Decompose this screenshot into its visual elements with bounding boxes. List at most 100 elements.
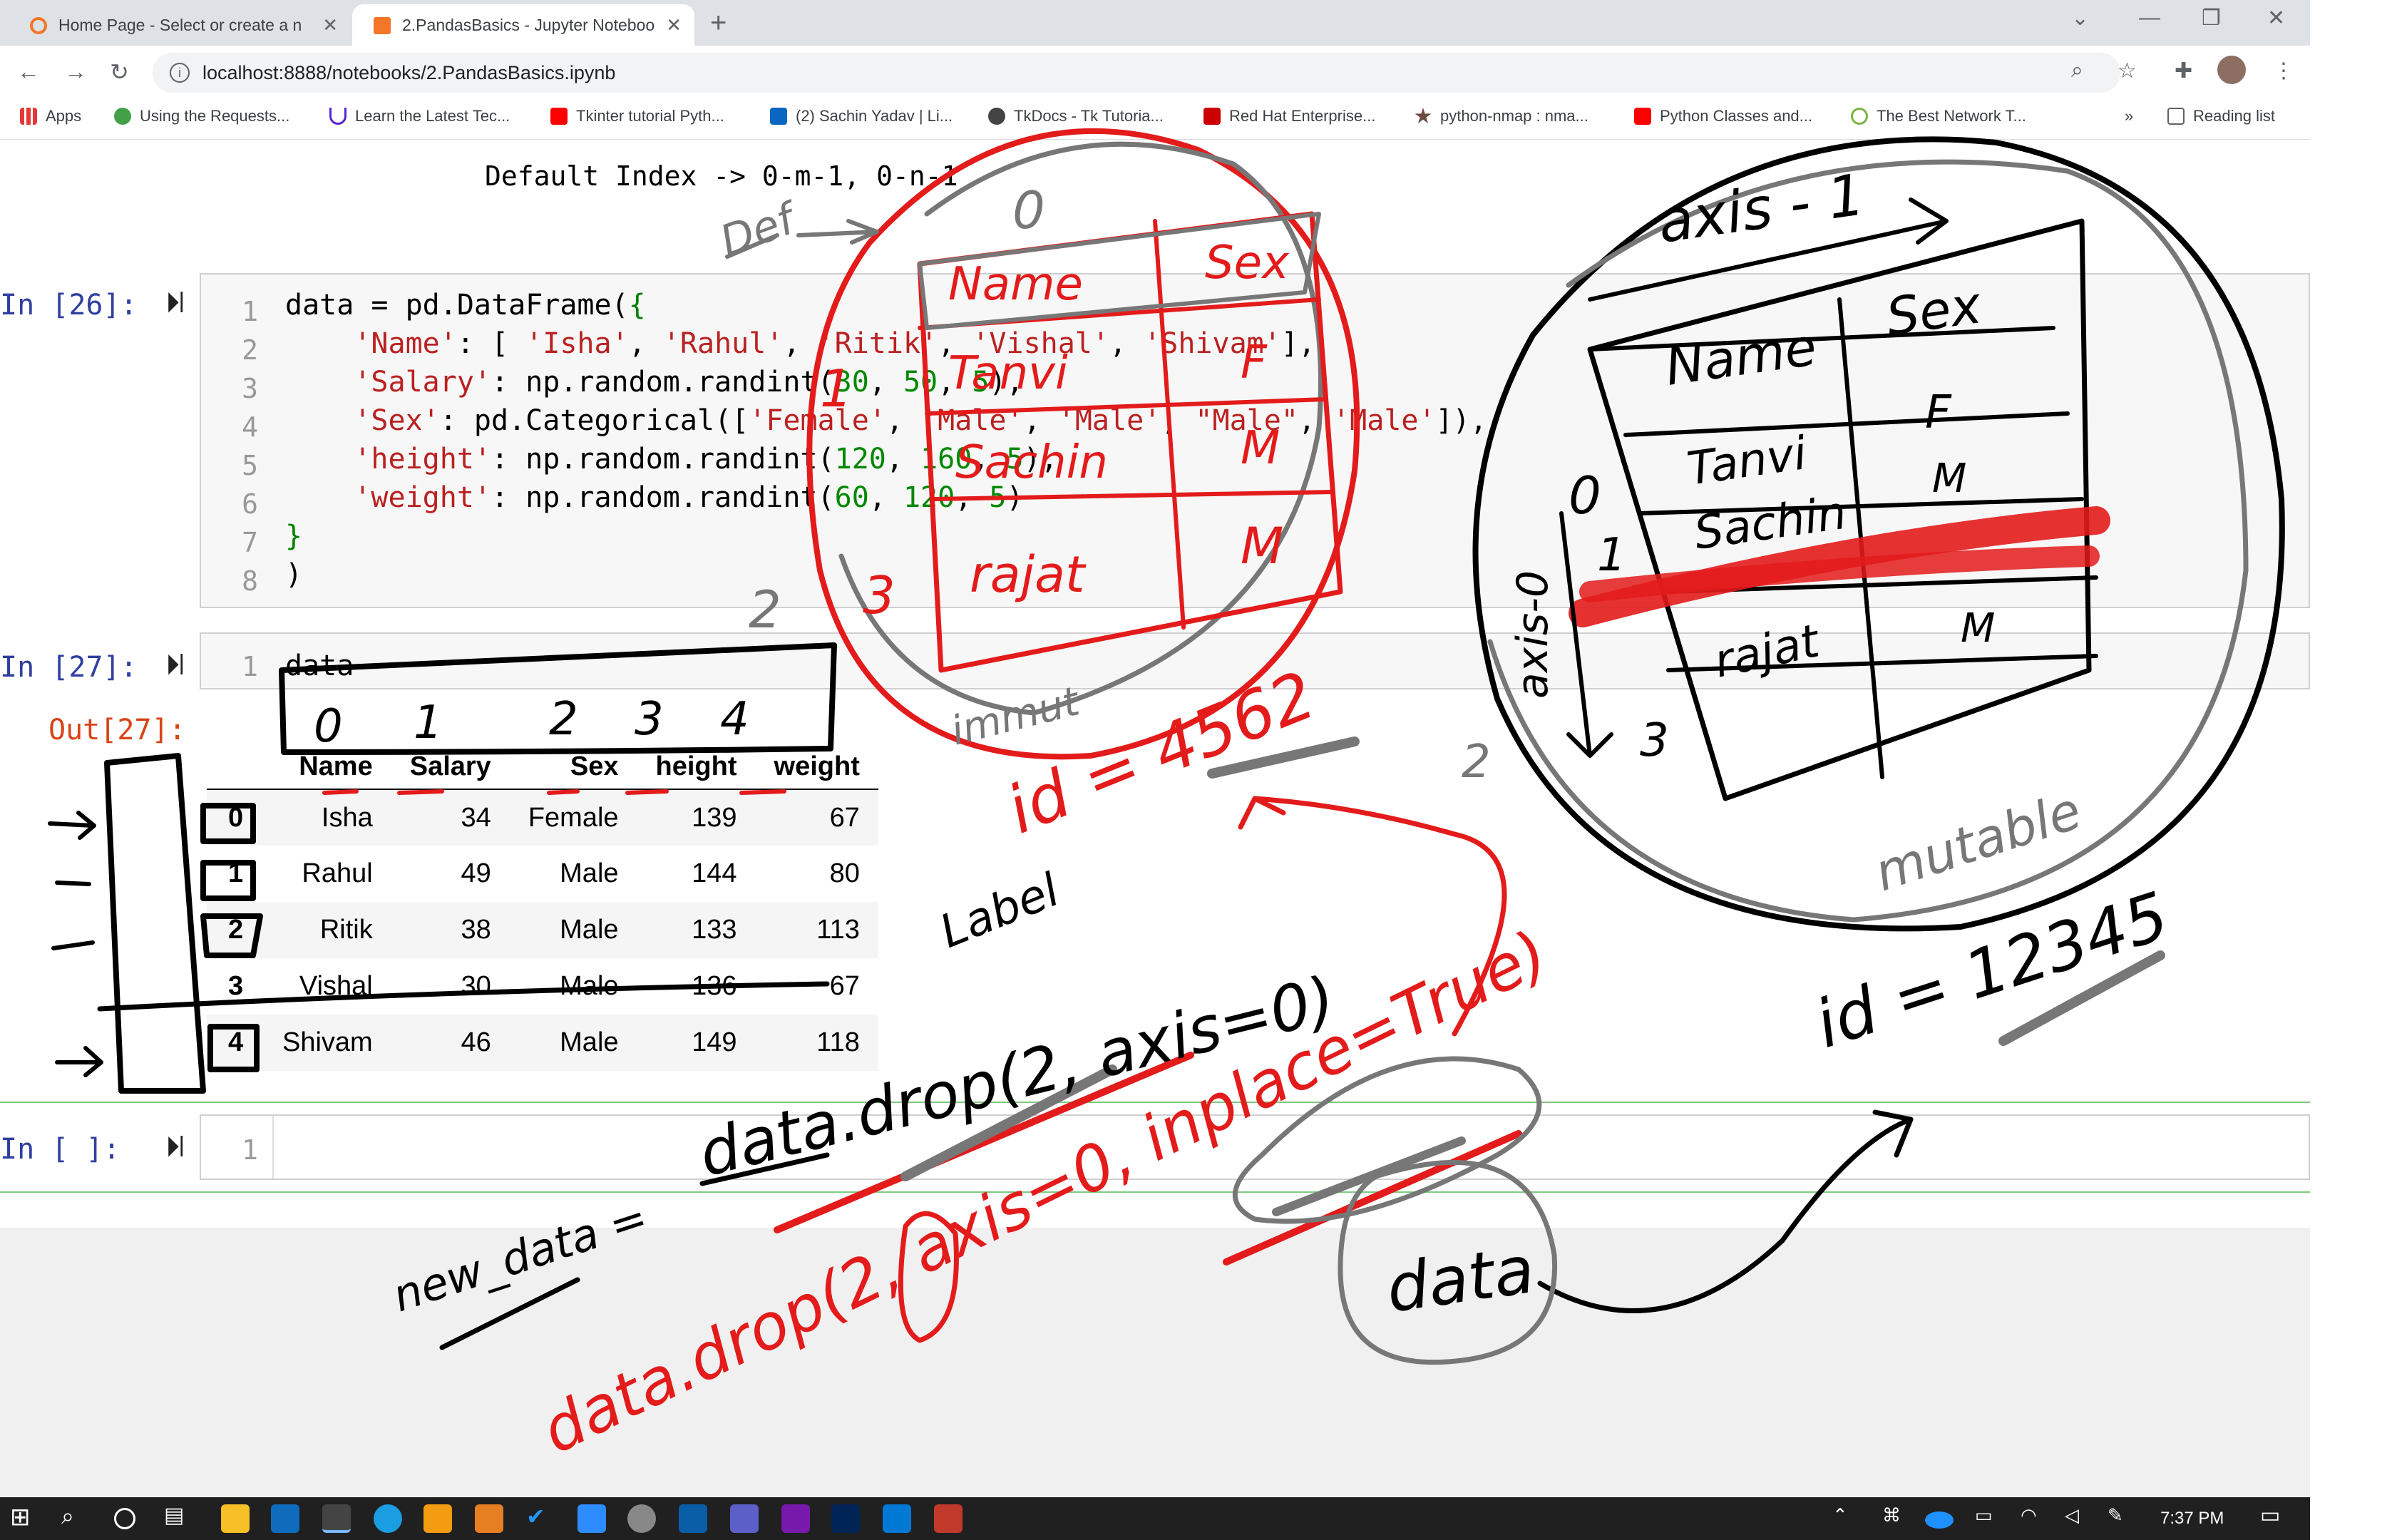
star-icon [1415,108,1432,123]
onedrive-icon[interactable] [1925,1511,1954,1529]
bookmark-network[interactable]: The Best Network T... [1851,107,2026,125]
maximize-icon[interactable]: ❐ [2202,6,2221,31]
notebook-background [0,1228,2310,1499]
pen-icon[interactable]: ✎ [2108,1504,2136,1533]
close-window-icon[interactable]: ✕ [2267,6,2285,31]
table-cell: 67 [755,789,878,846]
teams-icon[interactable] [730,1504,759,1533]
app-icon[interactable] [934,1504,963,1533]
code-cell[interactable]: 1 data [200,632,2310,689]
tab-pandas-basics[interactable]: 2.PandasBasics - Jupyter Noteboo ✕ [352,4,694,46]
row-index: 3 [228,971,244,1001]
bookmark-tkdocs[interactable]: TkDocs - Tk Tutoria... [988,107,1164,125]
notifications-icon[interactable]: ▭ [2260,1503,2289,1531]
info-icon[interactable]: i [170,63,190,83]
bookmark-nmap[interactable]: python-nmap : nma... [1415,107,1588,125]
line-number: 2 [242,334,258,366]
tab-title: 2.PandasBasics - Jupyter Noteboo [402,15,655,34]
cell-prompt: In [26]: [0,289,138,322]
close-icon[interactable]: ✕ [322,14,338,36]
table-cell: Vishal [299,971,373,1001]
gutter-divider [272,1116,274,1179]
output-prompt: Out[27]: [48,714,186,746]
todo-icon[interactable]: ✔ [526,1503,555,1531]
app-icon[interactable] [627,1504,656,1533]
screen-margin [2310,0,2392,1540]
url-text: localhost:8888/notebooks/2.PandasBasics.… [202,61,616,83]
search-icon[interactable]: ⌕ [61,1503,90,1531]
row-index: 1 [228,858,244,888]
line-number: 1 [242,1134,258,1166]
bookmark-tkinter[interactable]: Tkinter tutorial Pyth... [550,107,724,125]
bookmark-udemy[interactable]: Learn the Latest Tec... [329,107,510,125]
table-cell: 118 [755,1015,878,1071]
bookmark-linkedin[interactable]: (2) Sachin Yadav | Li... [770,107,953,125]
reading-list[interactable]: Reading list [2167,107,2275,125]
table-cell: 34 [391,789,510,846]
forward-icon[interactable]: → [64,58,87,85]
menu-icon[interactable]: ⋮ [2273,58,2294,83]
wifi-icon[interactable]: ◠ [2021,1504,2049,1533]
avatar[interactable] [2217,56,2246,84]
code-line-6: 'weight': np.random.randint(60, 120, 5) [354,481,1024,514]
bookmark-requests[interactable]: Using the Requests... [114,107,289,125]
more-bookmarks-icon[interactable]: » [2125,107,2133,125]
outlook-icon[interactable] [271,1504,299,1533]
table-cell: 46 [391,1015,510,1071]
file-explorer-icon[interactable] [221,1504,250,1533]
zoom-app-icon[interactable] [578,1504,606,1533]
table-cell: Male [560,971,619,1001]
code-line-3: 'Salary': np.random.randint(30, 50, 5), [354,366,1024,399]
toolbar: ← → ↻ i localhost:8888/notebooks/2.Panda… [0,46,2310,100]
apps-icon [20,108,37,125]
table-cell: Ritik [264,902,391,958]
windows-start-icon[interactable]: ⊞ [10,1503,39,1531]
battery-icon[interactable]: ▭ [1975,1504,2003,1533]
column-header: Name [264,745,391,790]
back-icon[interactable]: ← [17,58,40,85]
extensions-icon[interactable]: ✚ [2175,58,2192,83]
table-cell: Rahul [302,858,373,888]
run-icon[interactable]: ⏵❘ [165,287,184,319]
tab-home-page[interactable]: Home Page - Select or create a n ✕ [9,4,351,46]
tab-search-icon[interactable]: ⌄ [2071,6,2089,31]
reading-list-icon [2167,108,2185,125]
volume-icon[interactable]: ◁ [2065,1504,2093,1533]
line-number: 3 [242,373,258,404]
address-bar[interactable]: i localhost:8888/notebooks/2.PandasBasic… [153,53,2120,93]
powershell-icon[interactable] [831,1504,860,1533]
vscode-icon[interactable] [883,1504,911,1533]
code-text: data [285,650,354,682]
star-icon[interactable]: ☆ [2118,58,2137,83]
line-number: 5 [242,450,258,481]
table-cell: 38 [391,902,510,958]
bookmark-python-classes[interactable]: Python Classes and... [1634,107,1812,125]
onenote-icon[interactable] [781,1504,810,1533]
chrome-icon[interactable] [322,1504,351,1533]
minimize-icon[interactable]: — [2139,6,2160,30]
cortana-icon[interactable] [114,1508,135,1529]
store-icon[interactable] [424,1504,452,1533]
bookmark-apps[interactable]: Apps [20,107,81,125]
app-icon[interactable] [475,1504,503,1533]
table-cell: 149 [637,1015,756,1071]
new-tab-icon[interactable]: + [710,7,727,39]
task-view-icon[interactable]: ▤ [164,1503,193,1531]
globe-icon [988,108,1005,125]
reload-icon[interactable]: ↻ [110,58,129,86]
chevron-up-icon[interactable]: ⌃ [1832,1504,1861,1533]
close-icon[interactable]: ✕ [666,14,682,36]
zoom-icon[interactable]: ⌕ [2071,58,2083,83]
code-cell[interactable]: 1 [200,1114,2310,1180]
bookmark-redhat[interactable]: Red Hat Enterprise... [1203,107,1375,125]
run-icon[interactable]: ⏵❘ [165,1131,184,1164]
device-icon[interactable]: ⌘ [1882,1504,1911,1533]
clock[interactable]: 7:37 PM [2160,1509,2224,1529]
mail-icon[interactable] [679,1504,707,1533]
edge-icon[interactable] [374,1504,402,1533]
line-number: 1 [242,296,258,327]
table-cell: Isha [264,789,391,846]
run-icon[interactable]: ⏵❘ [165,650,184,682]
code-cell[interactable]: 1 2 3 4 5 6 7 8 [200,273,2310,608]
line-number: 6 [242,488,258,520]
